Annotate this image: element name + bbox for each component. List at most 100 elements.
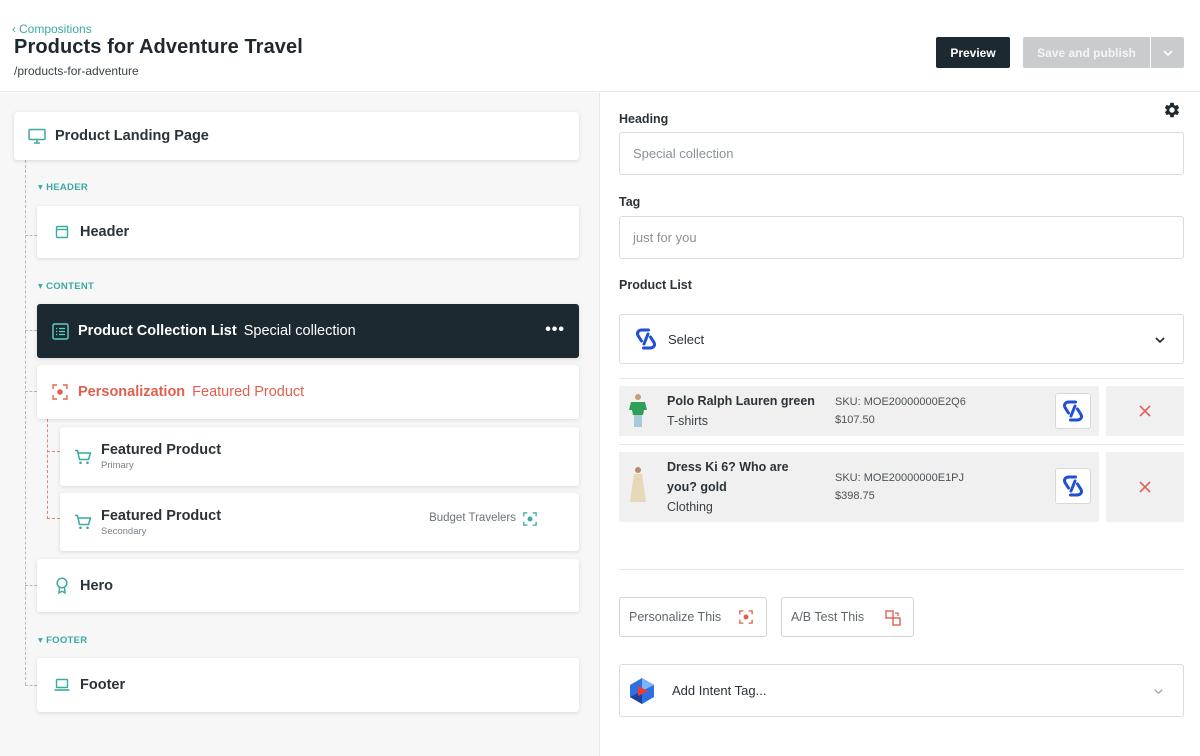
tree-node-variant: Secondary xyxy=(101,525,147,537)
tree-node-label: Hero xyxy=(80,577,114,594)
caret-down-icon: ▾ xyxy=(38,635,44,646)
close-icon xyxy=(1139,481,1151,493)
chevron-down-icon xyxy=(1162,49,1173,56)
tree-connector xyxy=(25,585,37,586)
award-icon xyxy=(53,577,71,595)
chevron-down-icon xyxy=(1154,689,1163,695)
audience-target-icon xyxy=(523,512,537,531)
divider xyxy=(619,444,1184,445)
caret-down-icon: ▾ xyxy=(38,281,44,292)
tree-node-personalization[interactable]: Personalization Featured Product xyxy=(37,365,579,419)
heading-field-label: Heading xyxy=(619,112,669,126)
intent-tag-logo-icon xyxy=(629,677,655,705)
tree-connector xyxy=(25,391,37,392)
window-icon xyxy=(53,223,71,241)
intent-tag-placeholder: Add Intent Tag... xyxy=(672,683,767,698)
tree-connector xyxy=(25,685,37,686)
cart-icon xyxy=(74,513,92,531)
save-and-publish-button[interactable]: Save and publish xyxy=(1023,37,1150,68)
monitor-icon xyxy=(28,127,46,145)
heading-input[interactable]: Special collection xyxy=(619,132,1184,175)
product-sku: SKU: MOE20000000E1PJ xyxy=(835,472,965,484)
publish-options-dropdown[interactable] xyxy=(1151,37,1184,68)
intent-tag-dropdown[interactable]: Add Intent Tag... xyxy=(619,664,1184,717)
product-thumbnail xyxy=(627,466,649,511)
divider xyxy=(619,569,1184,570)
cart-icon xyxy=(74,448,92,466)
tree-node-label: Featured Product xyxy=(101,507,222,524)
product-price: $398.75 xyxy=(835,490,875,502)
ab-test-this-button[interactable]: A/B Test This xyxy=(781,597,914,637)
top-bar: ‹ Compositions Products for Adventure Tr… xyxy=(0,0,1200,92)
product-source-badge xyxy=(1055,393,1091,429)
caret-down-icon: ▾ xyxy=(38,182,44,193)
product-source-badge xyxy=(1055,468,1091,504)
select-placeholder: Select xyxy=(668,331,705,347)
page-slug: /products-for-adventure xyxy=(14,64,139,78)
product-thumbnail xyxy=(627,393,649,434)
product-sku: SKU: MOE20000000E2Q6 xyxy=(835,396,966,408)
tree-node-header[interactable]: Header xyxy=(37,206,579,258)
product-select-dropdown[interactable]: Select xyxy=(619,314,1184,364)
back-to-compositions-link[interactable]: ‹ Compositions xyxy=(12,22,92,36)
more-options-icon[interactable]: ••• xyxy=(545,321,565,339)
section-label: HEADER xyxy=(46,182,88,193)
composition-tree-panel: Product Landing Page ▾ HEADER Header ▾ C… xyxy=(0,93,600,756)
tree-node-label: Personalization xyxy=(78,384,186,400)
ab-test-button-label: A/B Test This xyxy=(791,610,865,624)
personalization-connector xyxy=(47,419,48,519)
personalization-target-icon xyxy=(739,610,753,624)
remove-product-button[interactable] xyxy=(1106,452,1184,522)
list-icon xyxy=(51,322,69,340)
section-label: CONTENT xyxy=(46,281,95,292)
product-list-label: Product List xyxy=(619,278,692,292)
tree-node-featured-product-primary[interactable]: Featured Product Primary xyxy=(60,427,579,486)
section-toggle-footer[interactable]: ▾ FOOTER xyxy=(38,635,87,646)
tree-node-hero[interactable]: Hero xyxy=(37,559,579,612)
divider xyxy=(619,378,1184,379)
tree-node-label: Header xyxy=(80,224,130,240)
tree-node-label: Product Collection List xyxy=(78,323,237,339)
audience-label: Budget Travelers xyxy=(429,512,516,524)
tree-node-product-landing-page[interactable]: Product Landing Page xyxy=(14,112,579,160)
product-name: Polo Ralph Lauren green xyxy=(667,394,815,408)
personalization-connector xyxy=(47,518,60,519)
tree-node-label: Footer xyxy=(80,677,126,693)
personalize-this-button[interactable]: Personalize This xyxy=(619,597,767,637)
personalize-button-label: Personalize This xyxy=(629,610,722,624)
remove-product-button[interactable] xyxy=(1106,386,1184,436)
ab-test-icon xyxy=(885,610,901,626)
chevron-left-icon: ‹ xyxy=(12,22,16,36)
tree-node-subtitle: Featured Product xyxy=(192,384,305,400)
product-category: T-shirts xyxy=(667,414,708,428)
personalization-connector xyxy=(47,451,60,452)
chevron-down-icon xyxy=(1155,337,1165,344)
tag-field-label: Tag xyxy=(619,195,641,209)
product-source-logo-icon xyxy=(634,327,658,351)
tag-input[interactable]: just for you xyxy=(619,216,1184,259)
section-label: FOOTER xyxy=(46,635,88,646)
tree-node-featured-product-secondary[interactable]: Featured Product Secondary Budget Travel… xyxy=(60,493,579,551)
section-toggle-header[interactable]: ▾ HEADER xyxy=(38,182,88,193)
personalization-target-icon xyxy=(51,383,69,401)
product-row[interactable]: Dress Ki 6? Who are you? gold Clothing S… xyxy=(619,452,1099,522)
laptop-icon xyxy=(53,676,71,694)
product-name: Dress Ki 6? Who are you? gold xyxy=(667,460,789,494)
tree-connector xyxy=(25,235,37,236)
product-row[interactable]: Polo Ralph Lauren green T-shirts SKU: MO… xyxy=(619,386,1099,436)
settings-gear-icon[interactable] xyxy=(1163,101,1181,124)
tree-node-subtitle: Special collection xyxy=(243,323,356,339)
product-category: Clothing xyxy=(667,500,713,514)
component-editor-panel: Heading Special collection Tag just for … xyxy=(601,93,1200,756)
close-icon xyxy=(1139,405,1151,417)
section-toggle-content[interactable]: ▾ CONTENT xyxy=(38,281,94,292)
tree-node-text: Featured Product Primary xyxy=(101,442,221,471)
tree-node-footer[interactable]: Footer xyxy=(37,658,579,712)
tree-connector xyxy=(25,160,26,685)
tree-node-label: Product Landing Page xyxy=(55,128,209,144)
tree-node-text: Featured Product Secondary xyxy=(101,508,221,537)
preview-button[interactable]: Preview xyxy=(936,37,1010,68)
tree-connector xyxy=(25,330,37,331)
tree-node-product-collection-list[interactable]: Product Collection List Special collecti… xyxy=(37,304,579,358)
page-title: Products for Adventure Travel xyxy=(14,36,303,58)
